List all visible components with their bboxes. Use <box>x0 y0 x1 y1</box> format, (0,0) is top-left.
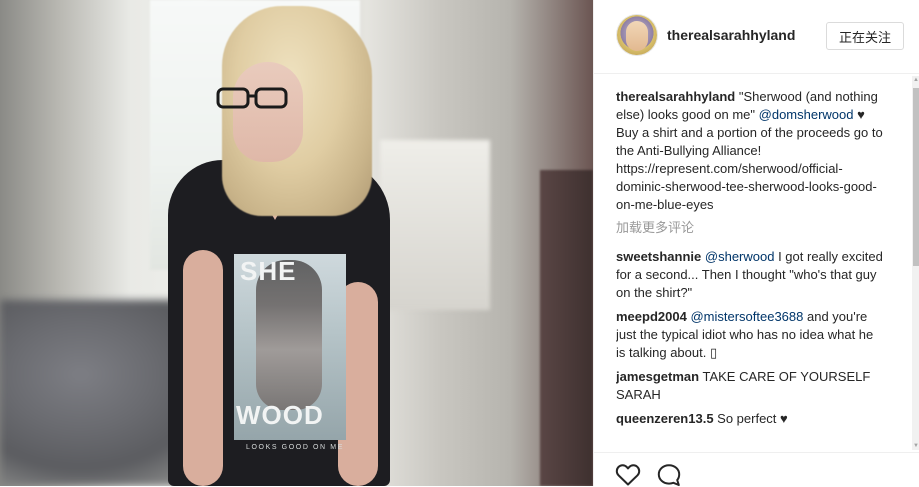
post-photo: SHE WOOD LOOKS GOOD ON ME <box>0 0 593 486</box>
background-shelf <box>380 140 490 310</box>
comment-item: jamesgetman TAKE CARE OF YOURSELF SARAH <box>616 368 886 404</box>
author-avatar[interactable] <box>617 15 657 55</box>
shirt-print: SHE WOOD <box>234 254 346 440</box>
post-header: therealsarahhyland 正在关注 <box>594 0 919 74</box>
comment-item: queenzeren13.5 So perfect ♥ <box>616 410 886 428</box>
post-actions-bar <box>594 452 919 486</box>
speech-bubble-icon[interactable] <box>656 463 682 487</box>
scroll-up-arrow-icon[interactable]: ▲ <box>912 76 919 84</box>
comment-username[interactable]: meepd2004 <box>616 309 687 324</box>
comment-item: meepd2004 @mistersoftee3688 and you're j… <box>616 308 886 362</box>
comments-scrollbar[interactable]: ▲ ▼ <box>912 76 919 450</box>
load-more-comments-link[interactable]: 加载更多评论 <box>616 220 886 238</box>
background-door <box>540 170 593 486</box>
comment-username[interactable]: queenzeren13.5 <box>616 411 714 426</box>
face <box>233 62 303 162</box>
left-arm <box>183 250 223 486</box>
scrollbar-thumb[interactable] <box>913 88 919 266</box>
post-sidebar: therealsarahhyland 正在关注 therealsarahhyla… <box>593 0 919 486</box>
post-caption: therealsarahhyland "Sherwood (and nothin… <box>616 88 886 214</box>
shirt-print-bottom-text: WOOD <box>236 400 324 430</box>
scroll-down-arrow-icon[interactable]: ▼ <box>912 442 919 450</box>
heart-outline-icon[interactable] <box>615 463 641 487</box>
instagram-post-modal: SHE WOOD LOOKS GOOD ON ME therealsarahhy… <box>0 0 919 486</box>
shirt-print-top-text: SHE <box>240 256 297 286</box>
comment-username[interactable]: sweetshannie <box>616 249 701 264</box>
avatar-face <box>626 21 648 51</box>
following-button[interactable]: 正在关注 <box>826 22 904 50</box>
comment-mention[interactable]: @sherwood <box>705 249 775 264</box>
shirt-tagline: LOOKS GOOD ON ME <box>246 444 344 451</box>
comment-item: sweetshannie @sherwood I got really exci… <box>616 248 886 302</box>
glasses-icon <box>216 87 288 109</box>
caption-username[interactable]: therealsarahhyland <box>616 89 735 104</box>
caption-mention[interactable]: @domsherwood <box>759 107 854 122</box>
comment-mention[interactable]: @mistersoftee3688 <box>690 309 803 324</box>
comment-username[interactable]: jamesgetman <box>616 369 699 384</box>
comments-list: therealsarahhyland "Sherwood (and nothin… <box>616 88 886 448</box>
comment-text: So perfect ♥ <box>713 411 788 426</box>
author-username[interactable]: therealsarahhyland <box>667 27 795 43</box>
caption-text-2: ♥ Buy a shirt and a portion of the proce… <box>616 107 883 212</box>
